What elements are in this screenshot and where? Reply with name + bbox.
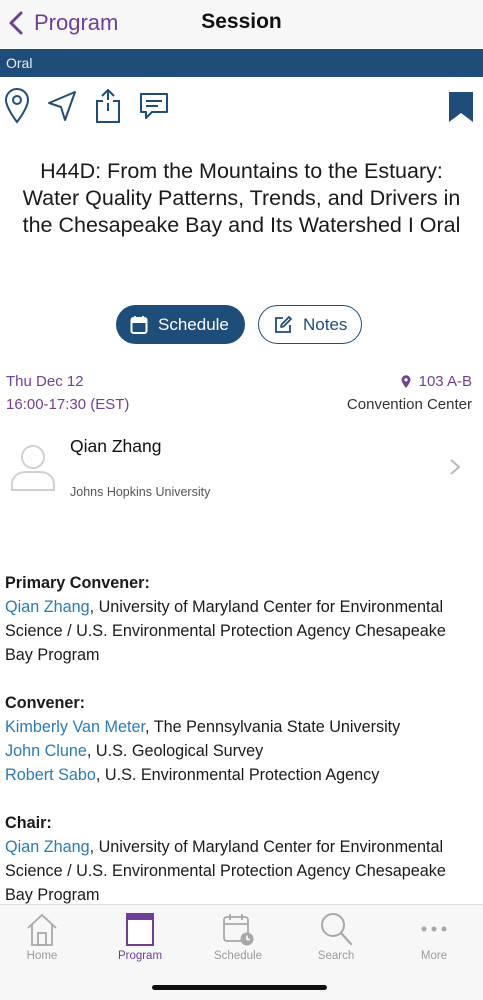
notes-button[interactable]: Notes xyxy=(258,305,362,344)
person-link[interactable]: Robert Sabo xyxy=(5,766,96,784)
role-entry: Robert Sabo, U.S. Environmental Protecti… xyxy=(5,763,475,787)
session-title: H44D: From the Mountains to the Estuary:… xyxy=(22,159,461,237)
navigation-arrow-icon xyxy=(48,91,76,121)
role-entry: Kimberly Van Meter, The Pennsylvania Sta… xyxy=(5,715,475,739)
role-entry: John Clune, U.S. Geological Survey xyxy=(5,739,475,763)
chevron-right-icon xyxy=(450,459,460,475)
more-icon xyxy=(421,926,447,932)
map-marker-icon xyxy=(401,374,411,388)
tab-search-label: Search xyxy=(317,950,355,962)
location-pin-icon xyxy=(4,88,30,124)
session-room-link[interactable]: 103 A-B xyxy=(401,373,472,390)
calendar-icon xyxy=(130,315,148,334)
home-indicator xyxy=(152,985,327,990)
book-icon xyxy=(126,913,154,946)
bookmark-button[interactable] xyxy=(448,86,474,126)
action-toolbar xyxy=(0,86,483,126)
notes-label: Notes xyxy=(303,314,348,334)
home-icon xyxy=(27,914,57,946)
session-venue: Convention Center xyxy=(346,396,472,413)
tab-search[interactable]: Search xyxy=(291,911,381,971)
bookmark-icon xyxy=(449,92,473,122)
tab-more[interactable]: More xyxy=(389,911,479,971)
person-affiliation-text: , The Pennsylvania State University xyxy=(145,718,401,736)
tab-program[interactable]: Program xyxy=(95,911,185,971)
person-link[interactable]: Qian Zhang xyxy=(5,598,90,616)
back-label: Program xyxy=(34,10,119,35)
tab-home[interactable]: Home xyxy=(0,911,87,971)
convener-heading: Convener: xyxy=(5,694,86,712)
primary-convener-section: Primary Convener: Qian Zhang, University… xyxy=(5,571,475,667)
convener-section: Convener: Kimberly Van Meter, The Pennsy… xyxy=(5,691,475,787)
primary-convener-heading: Primary Convener: xyxy=(5,574,150,592)
tab-schedule[interactable]: Schedule xyxy=(193,911,283,971)
schedule-button[interactable]: Schedule xyxy=(116,305,245,344)
comment-icon xyxy=(140,93,168,119)
calendar-clock-icon xyxy=(223,914,254,946)
tab-program-label: Program xyxy=(117,950,163,962)
directions-button[interactable] xyxy=(46,86,78,126)
session-time: 16:00-17:30 (EST) xyxy=(6,396,130,413)
chevron-left-icon xyxy=(9,11,23,35)
edit-note-icon xyxy=(275,315,292,333)
session-date: Thu Dec 12 xyxy=(6,373,84,390)
share-button[interactable] xyxy=(95,86,121,126)
search-icon xyxy=(321,913,353,946)
navigation-bar: Program Session xyxy=(0,0,483,48)
comment-button[interactable] xyxy=(138,86,170,126)
location-pin-button[interactable] xyxy=(4,86,30,126)
person-link[interactable]: Qian Zhang xyxy=(5,838,90,856)
tab-schedule-label: Schedule xyxy=(214,950,262,962)
share-icon xyxy=(96,89,120,123)
person-affiliation-text: , U.S. Geological Survey xyxy=(86,742,264,760)
person-name: Qian Zhang xyxy=(70,436,162,456)
role-entry: Qian Zhang, University of Maryland Cente… xyxy=(5,835,475,907)
person-link[interactable]: Kimberly Van Meter xyxy=(5,718,145,736)
session-room: 103 A-B xyxy=(418,373,472,390)
chair-section: Chair: Qian Zhang, University of Marylan… xyxy=(5,811,475,907)
session-roles: Primary Convener: Qian Zhang, University… xyxy=(5,571,475,931)
tab-home-label: Home xyxy=(26,950,58,962)
session-type-bar: Oral xyxy=(0,49,483,77)
person-affiliation: Johns Hopkins University xyxy=(70,485,211,499)
person-link[interactable]: John Clune xyxy=(5,742,87,760)
back-button[interactable]: Program xyxy=(6,8,118,38)
person-affiliation-text: , U.S. Environmental Protection Agency xyxy=(95,766,380,784)
avatar-placeholder-icon xyxy=(11,445,55,491)
tab-more-label: More xyxy=(420,950,448,962)
role-entry: Qian Zhang, University of Maryland Cente… xyxy=(5,595,475,667)
chair-heading: Chair: xyxy=(5,814,52,832)
schedule-label: Schedule xyxy=(158,314,229,334)
person-list-item[interactable]: Qian Zhang Johns Hopkins University xyxy=(0,428,483,510)
